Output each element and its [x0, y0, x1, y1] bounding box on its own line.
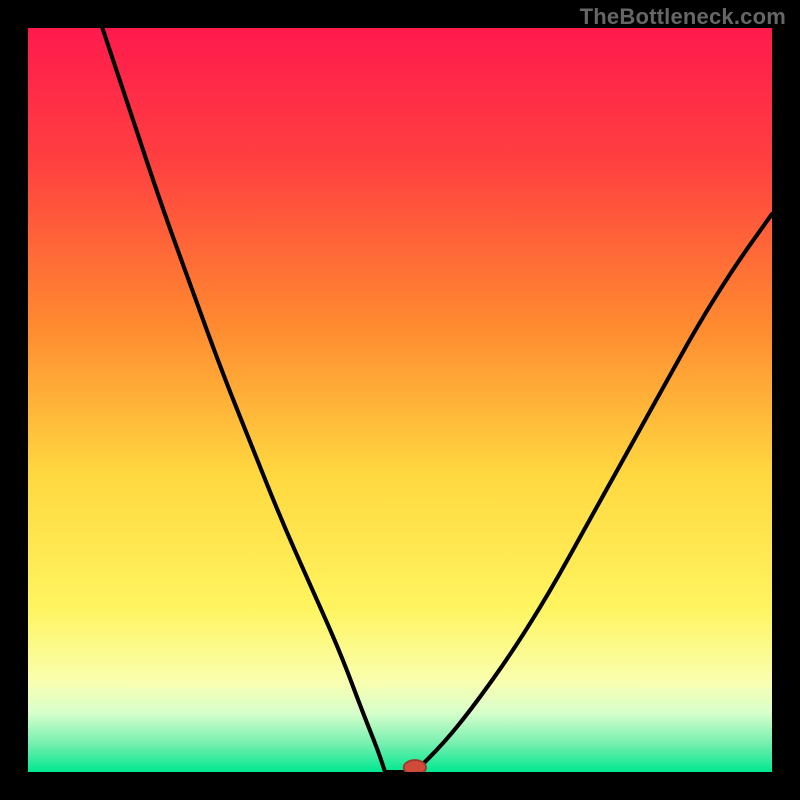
plot-area — [28, 28, 772, 772]
chart-frame: TheBottleneck.com — [0, 0, 800, 800]
watermark-label: TheBottleneck.com — [580, 4, 786, 30]
chart-svg — [28, 28, 772, 772]
minimum-marker — [404, 760, 426, 772]
